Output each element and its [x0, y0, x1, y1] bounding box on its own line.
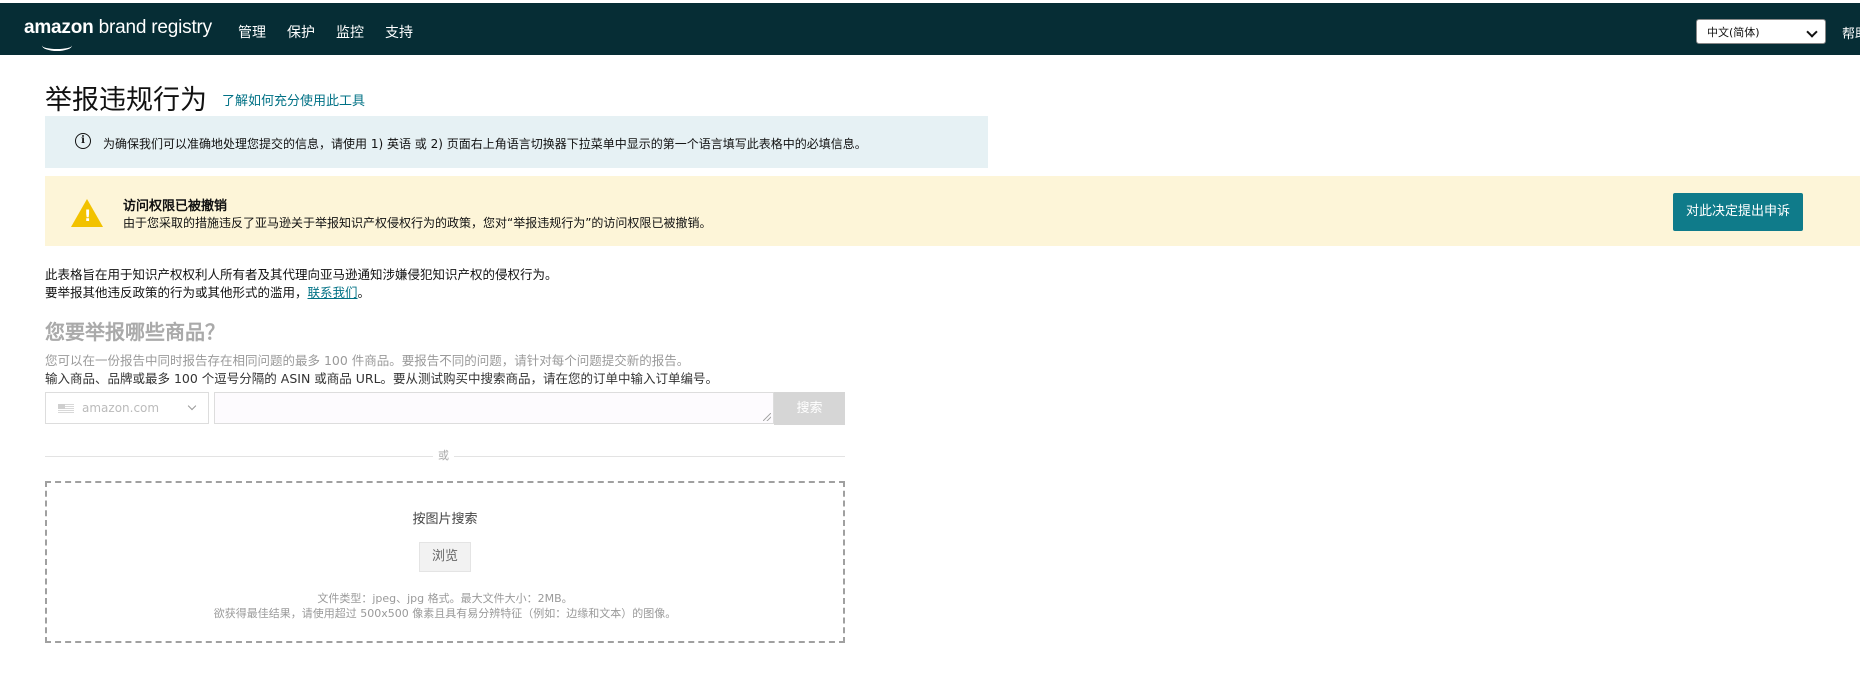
us-flag-icon [58, 404, 74, 414]
product-search-title: 您要举报哪些商品？ [45, 320, 225, 344]
file-type-note: 文件类型：jpeg、jpg 格式。最大文件大小：2MB。 [317, 592, 573, 605]
product-search-hint-limit: 您可以在一份报告中同时报告存在相同问题的最多 100 件商品。要报告不同的问题，… [45, 353, 690, 368]
brand-registry-logo[interactable]: amazon brand registry [24, 17, 213, 51]
language-info-banner: i 为确保我们可以准确地处理您提交的信息，请使用 1) 英语 或 2) 页面右上… [45, 116, 988, 168]
top-navigation-bar: amazon brand registry 管理 保护 监控 支持 中文(简体)… [0, 3, 1860, 55]
nav-item-support[interactable]: 支持 [385, 22, 413, 42]
chevron-down-icon [1806, 26, 1818, 38]
language-select[interactable]: 中文(简体) [1696, 19, 1826, 44]
appeal-decision-button[interactable]: 对此决定提出申诉 [1673, 193, 1803, 231]
warning-title: 访问权限已被撤销 [123, 199, 228, 214]
or-label: 或 [433, 447, 454, 463]
warning-icon [71, 199, 103, 227]
main-nav: 管理 保护 监控 支持 [238, 22, 434, 42]
logo-text-rest: brand registry [93, 17, 213, 38]
resize-handle-icon[interactable] [763, 413, 771, 421]
logo-text-bold: amazon [24, 17, 94, 38]
form-description: 此表格旨在用于知识产权权利人所有者及其代理向亚马逊通知涉嫌侵犯知识产权的侵权行为… [45, 267, 558, 282]
info-banner-text: 为确保我们可以准确地处理您提交的信息，请使用 1) 英语 或 2) 页面右上角语… [103, 137, 867, 151]
image-search-dropzone[interactable]: 按图片搜索 浏览 文件类型：jpeg、jpg 格式。最大文件大小：2MB。 欲获… [45, 481, 845, 643]
access-revoked-banner: 访问权限已被撤销 由于您采取的措施违反了亚马逊关于举报知识产权侵权行为的政策，您… [45, 176, 1860, 246]
marketplace-select[interactable]: amazon.com [45, 392, 209, 424]
product-search-hint-input: 输入商品、品牌或最多 100 个逗号分隔的 ASIN 或商品 URL。要从测试购… [45, 371, 719, 386]
info-icon: i [75, 133, 91, 149]
browse-button[interactable]: 浏览 [419, 542, 471, 572]
best-results-note: 欲获得最佳结果，请使用超过 500x500 像素且具有易分辨特征（例如：边缘和文… [213, 607, 677, 620]
nav-item-protect[interactable]: 保护 [287, 22, 315, 42]
image-search-title: 按图片搜索 [412, 512, 478, 527]
help-link[interactable]: 帮助 [1842, 23, 1860, 42]
product-search-input[interactable] [214, 392, 774, 424]
page-title: 举报违规行为 [45, 85, 207, 116]
contact-us-link[interactable]: 联系我们 [308, 285, 358, 300]
language-select-value: 中文(简体) [1707, 26, 1760, 39]
amazon-smile-icon [42, 40, 72, 51]
chevron-down-icon [187, 401, 197, 411]
nav-item-manage[interactable]: 管理 [238, 22, 266, 42]
description-prefix: 要举报其他违反政策的行为或其他形式的滥用， [45, 285, 308, 300]
learn-more-link[interactable]: 了解如何充分使用此工具 [222, 90, 365, 109]
description-suffix: 。 [357, 285, 371, 300]
warning-text: 由于您采取的措施违反了亚马逊关于举报知识产权侵权行为的政策，您对“举报违规行为”… [123, 216, 712, 230]
form-description-other: 要举报其他违反政策的行为或其他形式的滥用，联系我们。 [45, 282, 370, 301]
marketplace-value: amazon.com [82, 401, 160, 415]
nav-item-monitor[interactable]: 监控 [336, 22, 364, 42]
search-button[interactable]: 搜索 [774, 392, 845, 425]
